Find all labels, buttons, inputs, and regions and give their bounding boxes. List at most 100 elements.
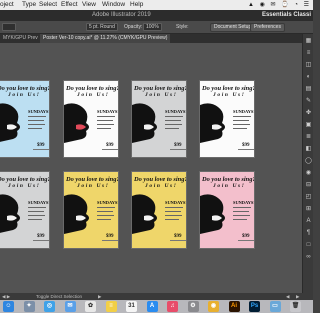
- poster-headline: Do you love to sing?: [202, 85, 255, 92]
- tab-poster-document[interactable]: Poster Ver-10 copy.ai* @ 11.27% (CMYK/GP…: [40, 34, 171, 43]
- poster-footer-line: [102, 149, 118, 150]
- workspace-switcher[interactable]: Essentials Classi: [262, 10, 311, 21]
- poster-text-line: [233, 116, 251, 117]
- poster-artboard[interactable]: Do you love to sing? Join Us! SUNDAYS! $…: [131, 80, 187, 158]
- launchpad-icon[interactable]: ✦: [23, 301, 35, 312]
- poster-text-line: [28, 207, 46, 208]
- menu-help[interactable]: Help: [130, 0, 143, 10]
- music-icon[interactable]: ♫: [167, 301, 178, 312]
- chrome-icon[interactable]: ◉: [208, 301, 219, 312]
- poster-artboard[interactable]: Do you love to sing? Join Us! SUNDAYS! $…: [63, 80, 119, 158]
- menu-window[interactable]: Window: [102, 0, 125, 10]
- app-store-icon[interactable]: A: [146, 301, 158, 312]
- color-panel-icon[interactable]: ◐: [305, 74, 312, 81]
- poster-date: SUNDAYS!: [97, 200, 119, 205]
- poster-text-line: [28, 124, 45, 125]
- poster-date: SUNDAYS!: [28, 200, 50, 205]
- poster-text-line: [97, 120, 113, 121]
- brushes-panel-icon[interactable]: ✎: [305, 98, 312, 105]
- fill-swatch[interactable]: [2, 23, 16, 31]
- current-tool-status: Toggle Direct Selection: [36, 294, 83, 299]
- menu-effect[interactable]: Effect: [61, 0, 78, 10]
- pathfinder-panel-icon[interactable]: ◰: [305, 194, 312, 201]
- graphic-styles-panel-icon[interactable]: ▣: [305, 122, 312, 129]
- safari-icon[interactable]: ◎: [44, 301, 55, 312]
- preferences-button[interactable]: Preferences: [250, 23, 285, 32]
- panel-icon-strip: ▦ ≡ ◫ ◐ ▤ ✎ ✤ ▣ ≣ ◧ ◯ ◉ ⊟ ◰ ⊞ A ¶ □ ∞: [302, 34, 313, 293]
- stroke-profile-dropdown[interactable]: 5 pt. Round: [86, 23, 118, 31]
- document-setup-button[interactable]: Document Setup: [210, 23, 256, 32]
- poster-price: $99: [37, 234, 45, 239]
- notes-icon[interactable]: ≡: [105, 301, 117, 312]
- photos-icon[interactable]: ✿: [85, 301, 96, 312]
- properties-panel-icon[interactable]: ▦: [305, 38, 312, 45]
- opacity-label: Opacity:: [124, 24, 143, 30]
- macos-dock: ☺ ✦ ◎ ✉ ✿ ≡ 31 A ♫ ⚙ ◉ Ai Ps ▭ 🗑: [0, 300, 313, 313]
- poster-date: SUNDAYS!: [28, 109, 50, 114]
- layers-panel-icon[interactable]: ≡: [305, 50, 312, 57]
- poster-artboard[interactable]: Do you love to sing? Join Us! SUNDAYS! $…: [199, 171, 255, 249]
- artboards-panel-icon[interactable]: □: [305, 242, 312, 249]
- align-panel-icon[interactable]: ⊟: [305, 182, 312, 189]
- poster-text-line: [97, 207, 115, 208]
- illustrator-icon[interactable]: Ai: [228, 301, 240, 312]
- poster-price: $99: [174, 234, 182, 239]
- artboard-nav-icon[interactable]: ◀ ▶: [2, 293, 10, 300]
- stroke-panel-icon[interactable]: ≣: [305, 134, 312, 141]
- poster-text-line: [233, 124, 250, 125]
- menu-object[interactable]: oject: [0, 0, 14, 10]
- poster-date: SUNDAYS!: [165, 200, 187, 205]
- scroll-right-icon[interactable]: ▶: [296, 293, 299, 300]
- poster-artboard[interactable]: Do you love to sing? Join Us! SUNDAYS! $…: [131, 171, 187, 249]
- poster-text-line: [97, 124, 114, 125]
- paragraph-panel-icon[interactable]: ¶: [305, 230, 312, 237]
- swatches-panel-icon[interactable]: ▤: [305, 86, 312, 93]
- transparency-panel-icon[interactable]: ◯: [305, 158, 312, 165]
- symbols-panel-icon[interactable]: ✤: [305, 110, 312, 117]
- menu-bar: oject Type Select Effect View Window Hel…: [0, 0, 313, 10]
- character-panel-icon[interactable]: A: [305, 218, 312, 225]
- links-panel-icon[interactable]: ∞: [305, 254, 312, 261]
- menu-view[interactable]: View: [82, 0, 96, 10]
- system-preferences-icon[interactable]: ⚙: [187, 301, 199, 312]
- app-title-bar: Adobe Illustrator 2019 Essentials Classi: [0, 10, 313, 21]
- status-arrow-icon[interactable]: ▶: [98, 293, 101, 300]
- poster-text-line: [165, 215, 182, 216]
- poster-text-line: [165, 124, 182, 125]
- singer-portrait-art: [200, 103, 225, 143]
- appearance-panel-icon[interactable]: ◉: [305, 170, 312, 177]
- poster-price: $99: [106, 234, 114, 239]
- poster-text-line: [97, 211, 113, 212]
- gradient-panel-icon[interactable]: ◧: [305, 146, 312, 153]
- poster-artboard[interactable]: Do you love to sing? Join Us! SUNDAYS! $…: [199, 80, 255, 158]
- finder-icon[interactable]: ☺: [3, 301, 14, 312]
- poster-footer-line: [238, 149, 254, 150]
- menu-type[interactable]: Type: [22, 0, 36, 10]
- artboard-canvas[interactable]: Do you love to sing? Join Us! SUNDAYS! $…: [0, 43, 302, 293]
- calendar-icon[interactable]: 31: [126, 301, 137, 312]
- poster-text-line: [28, 219, 42, 220]
- poster-headline: Do you love to sing?: [66, 85, 119, 92]
- poster-text-line: [165, 211, 181, 212]
- libraries-panel-icon[interactable]: ◫: [305, 62, 312, 69]
- poster-headline: Do you love to sing?: [202, 176, 255, 183]
- singer-portrait-art: [64, 103, 89, 143]
- tab-previous-document[interactable]: MYK/GPU Preview): [0, 34, 38, 43]
- scroll-left-icon[interactable]: ◀: [286, 293, 289, 300]
- menu-select[interactable]: Select: [39, 0, 57, 10]
- poster-text-line: [233, 215, 250, 216]
- poster-date: SUNDAYS!: [97, 109, 119, 114]
- opacity-field[interactable]: 100%: [143, 23, 162, 31]
- poster-price: $99: [242, 234, 250, 239]
- mail-icon[interactable]: ✉: [64, 301, 76, 312]
- folder-icon[interactable]: ▭: [269, 301, 281, 312]
- poster-price: $99: [37, 143, 45, 148]
- poster-text-line: [165, 207, 183, 208]
- poster-artboard[interactable]: Do you love to sing? Join Us! SUNDAYS! $…: [0, 80, 50, 158]
- photoshop-icon[interactable]: Ps: [249, 301, 260, 312]
- transform-panel-icon[interactable]: ⊞: [305, 206, 312, 213]
- poster-artboard[interactable]: Do you love to sing? Join Us! SUNDAYS! $…: [63, 171, 119, 249]
- poster-artboard[interactable]: Do you love to sing? Join Us! SUNDAYS! $…: [0, 171, 50, 249]
- trash-icon[interactable]: 🗑: [290, 301, 301, 312]
- singer-portrait-art: [64, 194, 89, 234]
